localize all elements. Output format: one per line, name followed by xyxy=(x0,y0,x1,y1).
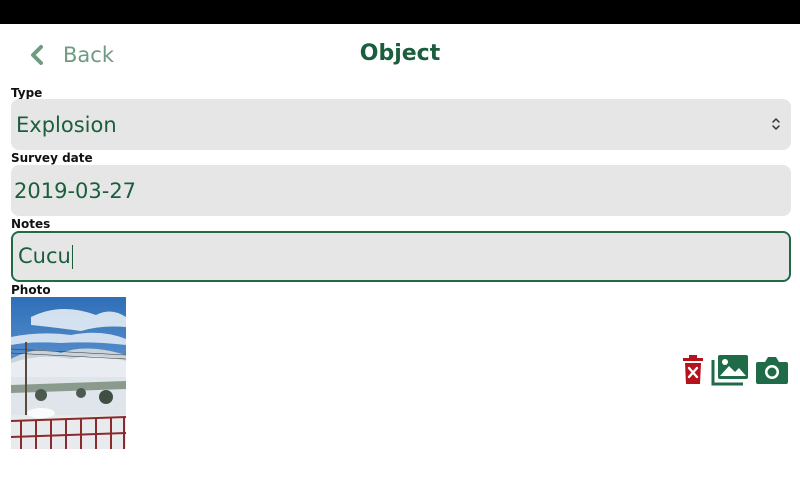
navigation-bar: Back Object xyxy=(0,24,800,86)
type-select[interactable]: Explosion xyxy=(11,99,791,150)
camera-icon[interactable] xyxy=(755,355,789,390)
survey-date-value: 2019-03-27 xyxy=(14,178,137,203)
photo-actions xyxy=(681,354,789,391)
notes-label: Notes xyxy=(11,217,51,231)
text-caret xyxy=(71,245,73,269)
photo-thumbnail[interactable] xyxy=(11,297,126,449)
survey-date-field[interactable]: 2019-03-27 xyxy=(11,165,791,216)
notes-value[interactable]: Cucu xyxy=(13,244,73,269)
photo-label: Photo xyxy=(11,283,51,297)
survey-date-label: Survey date xyxy=(11,151,93,165)
notes-field[interactable]: Cucu xyxy=(11,231,791,282)
type-label: Type xyxy=(11,86,43,100)
status-bar xyxy=(0,0,800,24)
notes-text: Cucu xyxy=(18,244,71,268)
trash-icon[interactable] xyxy=(681,354,705,390)
chevron-up-down-icon xyxy=(771,116,781,132)
type-value: Explosion xyxy=(16,112,117,137)
image-gallery-icon[interactable] xyxy=(711,354,749,391)
page-title: Object xyxy=(359,41,441,66)
